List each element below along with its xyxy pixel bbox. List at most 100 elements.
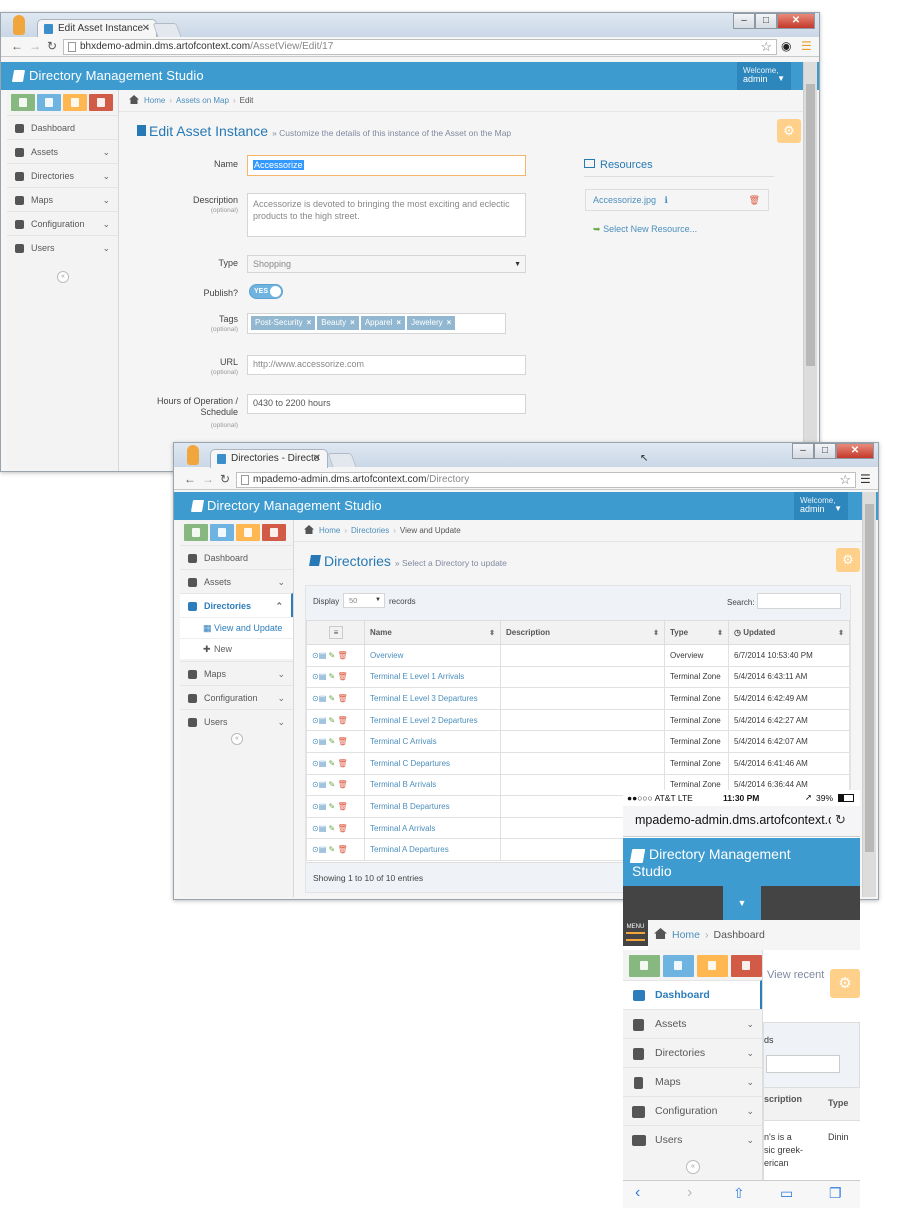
- trash-icon[interactable]: 🗑: [337, 802, 347, 811]
- url-field[interactable]: bhxdemo-admin.dms.artofcontext.com/Asset…: [63, 39, 777, 55]
- reload-icon[interactable]: ↻: [47, 39, 57, 53]
- reload-icon[interactable]: ↻: [220, 472, 230, 486]
- shortcut-directories-button[interactable]: [37, 94, 61, 111]
- breadcrumb-directories[interactable]: Directories: [351, 526, 389, 535]
- back-icon[interactable]: ‹: [635, 1184, 640, 1202]
- sidebar-item-maps[interactable]: Maps ⌄: [7, 187, 118, 211]
- type-column-header[interactable]: Type ⬍: [664, 620, 729, 645]
- back-icon[interactable]: ←: [184, 472, 196, 486]
- edit-icon[interactable]: ✎: [329, 651, 336, 660]
- page-scrollbar[interactable]: [862, 492, 876, 897]
- extension-icon[interactable]: ◉: [781, 39, 791, 53]
- trash-icon[interactable]: 🗑: [337, 780, 347, 789]
- close-window-button[interactable]: ✕: [777, 13, 815, 29]
- menu-icon[interactable]: ☰: [860, 472, 871, 486]
- url-input[interactable]: http://www.accessorize.com: [247, 355, 526, 375]
- edit-icon[interactable]: ✎: [329, 824, 336, 833]
- tabs-icon[interactable]: ❐: [829, 1185, 842, 1202]
- row-name[interactable]: Terminal E Level 1 Arrivals: [364, 665, 501, 689]
- user-menu[interactable]: Welcome, admin ▼: [737, 62, 791, 90]
- trash-icon[interactable]: 🗑: [337, 759, 347, 768]
- trash-icon[interactable]: 🗑: [749, 190, 760, 210]
- remove-tag-icon[interactable]: ×: [447, 318, 452, 327]
- view-icon[interactable]: ⊙▤: [312, 780, 326, 789]
- description-column-header[interactable]: Description ⬍: [500, 620, 665, 645]
- sidebar-item-users[interactable]: Users ⌄: [180, 709, 293, 733]
- shortcut-maps-button[interactable]: [697, 955, 728, 977]
- name-column-header[interactable]: Name ⬍: [364, 620, 501, 645]
- display-count-select[interactable]: 50 ▼: [343, 593, 385, 608]
- actions-column-header[interactable]: ≡: [306, 620, 365, 645]
- forward-icon[interactable]: ›: [687, 1184, 692, 1202]
- remove-tag-icon[interactable]: ×: [307, 318, 312, 327]
- sidebar-item-assets[interactable]: Assets ⌄: [180, 569, 293, 593]
- breadcrumb-home[interactable]: Home: [672, 929, 700, 941]
- browser-tab[interactable]: Directories - Directo ✕: [210, 449, 328, 468]
- sidebar-item-directories[interactable]: Directories ⌃: [180, 593, 293, 617]
- page-scrollbar[interactable]: [803, 62, 817, 471]
- edit-icon[interactable]: ✎: [329, 802, 336, 811]
- shortcut-directories-button[interactable]: [663, 955, 694, 977]
- menu-icon[interactable]: ☰: [801, 39, 812, 53]
- edit-icon[interactable]: ✎: [329, 716, 336, 725]
- trash-icon[interactable]: 🗑: [337, 694, 347, 703]
- hours-input[interactable]: 0430 to 2200 hours: [247, 394, 526, 414]
- shortcut-maps-button[interactable]: [63, 94, 87, 111]
- back-icon[interactable]: ←: [11, 39, 23, 53]
- edit-icon[interactable]: ✎: [329, 845, 336, 854]
- view-icon[interactable]: ⊙▤: [312, 737, 326, 746]
- select-new-resource-link[interactable]: ➥ Select New Resource...: [593, 224, 697, 235]
- share-icon[interactable]: ⇧: [733, 1185, 745, 1202]
- shortcut-assets-button[interactable]: [11, 94, 35, 111]
- sidebar-item-configuration[interactable]: Configuration ⌄: [7, 211, 118, 235]
- row-name[interactable]: Terminal A Departures: [364, 838, 501, 861]
- shortcut-users-button[interactable]: [731, 955, 762, 977]
- new-tab-button[interactable]: [152, 23, 182, 37]
- description-textarea[interactable]: Accessorize is devoted to bringing the m…: [247, 193, 526, 237]
- collapse-sidebar-icon[interactable]: «: [231, 733, 243, 745]
- reload-icon[interactable]: ↻: [835, 812, 846, 828]
- view-icon[interactable]: ⊙▤: [312, 672, 326, 681]
- sidebar-item-users[interactable]: Users ⌄: [7, 235, 118, 259]
- breadcrumb-assets-on-map[interactable]: Assets on Map: [176, 96, 229, 105]
- shortcut-assets-button[interactable]: [629, 955, 660, 977]
- sidebar-item-directories[interactable]: Directories ⌄: [7, 163, 118, 187]
- maximize-button[interactable]: □: [755, 13, 777, 29]
- edit-icon[interactable]: ✎: [329, 737, 336, 746]
- url-field[interactable]: mpademo-admin.dms.artofcontext.com/Direc…: [236, 472, 856, 488]
- row-name[interactable]: Terminal B Departures: [364, 795, 501, 818]
- shortcut-users-button[interactable]: [89, 94, 113, 111]
- trash-icon[interactable]: 🗑: [337, 737, 347, 746]
- info-icon[interactable]: ℹ: [665, 195, 668, 205]
- sidebar-item-directories[interactable]: Directories ⌄: [623, 1038, 762, 1067]
- sidebar-item-assets[interactable]: Assets ⌄: [7, 139, 118, 163]
- breadcrumb-home[interactable]: Home: [144, 96, 165, 105]
- row-name[interactable]: Overview: [364, 644, 501, 667]
- view-icon[interactable]: ⊙▤: [312, 716, 326, 725]
- maximize-button[interactable]: □: [814, 443, 836, 459]
- sidebar-item-users[interactable]: Users ⌄: [623, 1125, 762, 1154]
- menu-toggle-button[interactable]: MENU: [623, 920, 648, 946]
- sidebar-item-maps[interactable]: Maps ⌄: [623, 1067, 762, 1096]
- remove-tag-icon[interactable]: ×: [396, 318, 401, 327]
- bookmarks-icon[interactable]: ▭: [780, 1185, 793, 1202]
- submenu-view-and-update[interactable]: ▦ View and Update: [180, 617, 293, 638]
- trash-icon[interactable]: 🗑: [337, 651, 347, 660]
- view-icon[interactable]: ⊙▤: [312, 845, 326, 854]
- trash-icon[interactable]: 🗑: [337, 716, 347, 725]
- settings-gear-button[interactable]: ⚙: [777, 119, 801, 143]
- settings-gear-button[interactable]: ⚙: [836, 548, 860, 572]
- row-name[interactable]: Terminal C Arrivals: [364, 730, 501, 753]
- shortcut-maps-button[interactable]: [236, 524, 260, 541]
- view-icon[interactable]: ⊙▤: [312, 824, 326, 833]
- mobile-address-bar[interactable]: mpademo-admin.dms.artofcontext.com ↻: [623, 806, 860, 837]
- forward-icon[interactable]: →: [29, 39, 41, 53]
- view-icon[interactable]: ⊙▤: [312, 694, 326, 703]
- edit-icon[interactable]: ✎: [329, 780, 336, 789]
- edit-icon[interactable]: ✎: [329, 694, 336, 703]
- sidebar-item-maps[interactable]: Maps ⌄: [180, 661, 293, 685]
- view-icon[interactable]: ⊙▤: [312, 802, 326, 811]
- close-tab-icon[interactable]: ✕: [142, 20, 150, 38]
- submenu-new[interactable]: ✚ New: [180, 638, 293, 659]
- trash-icon[interactable]: 🗑: [337, 845, 347, 854]
